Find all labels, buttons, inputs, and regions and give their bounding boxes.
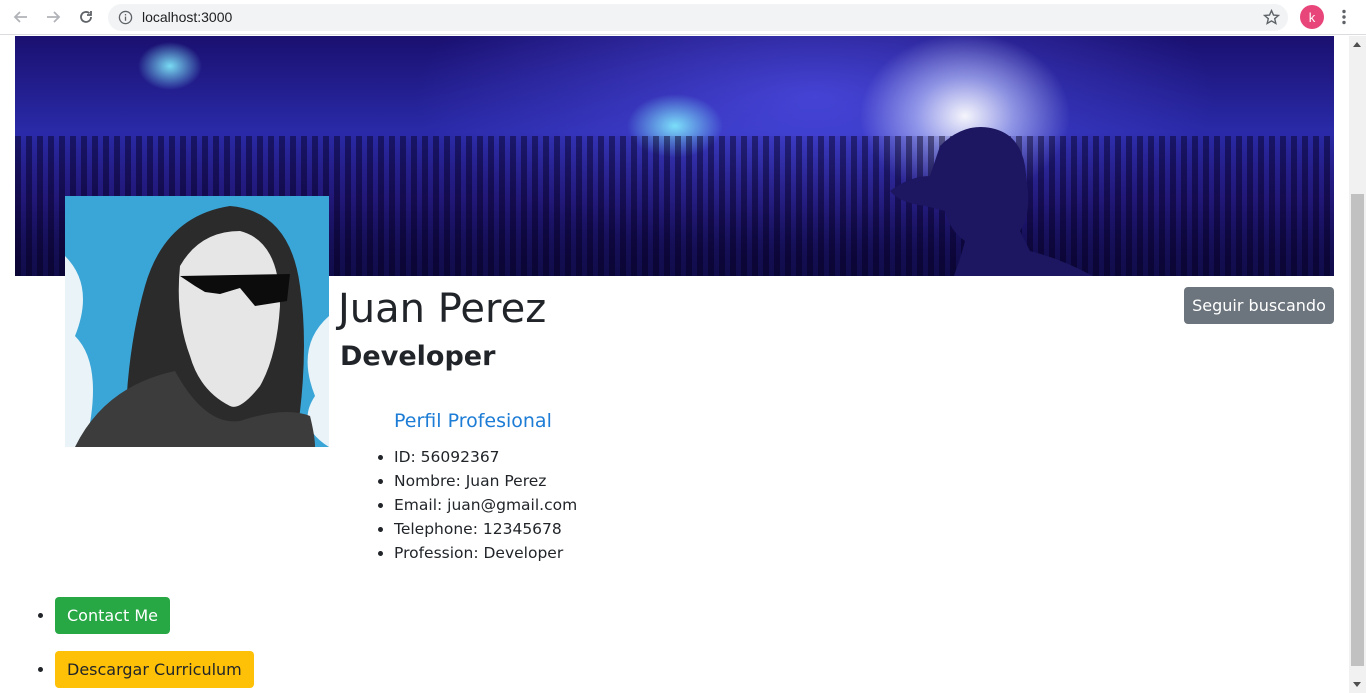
profile-role: Developer — [340, 341, 496, 372]
arrow-left-icon — [13, 11, 27, 23]
descargar-curriculum-button[interactable]: Descargar Curriculum — [55, 651, 254, 688]
profile-picture — [65, 196, 329, 447]
bookmark-star-icon[interactable] — [1263, 9, 1280, 26]
info-icon[interactable] — [118, 10, 133, 25]
profile-name: Juan Perez — [338, 286, 547, 332]
perfil-profesional-heading: Perfil Profesional — [394, 410, 552, 432]
page-scrollbar[interactable] — [1349, 36, 1366, 693]
scroll-down-arrow-icon[interactable] — [1353, 682, 1361, 687]
list-item: Contact Me — [55, 597, 254, 634]
list-item: Profession: Developer — [394, 542, 577, 566]
arrow-right-icon — [47, 11, 61, 23]
profile-avatar[interactable]: k — [1300, 5, 1324, 29]
list-item: ID: 56092367 — [394, 446, 577, 470]
scroll-thumb[interactable] — [1351, 194, 1364, 666]
browser-toolbar: localhost:3000 k — [0, 0, 1366, 35]
contact-me-button[interactable]: Contact Me — [55, 597, 170, 634]
hooded-avatar-illustration — [65, 196, 329, 447]
seguir-buscando-button[interactable]: Seguir buscando — [1184, 287, 1334, 324]
list-item: Nombre: Juan Perez — [394, 470, 577, 494]
address-bar[interactable]: localhost:3000 — [108, 4, 1288, 31]
scroll-up-arrow-icon[interactable] — [1353, 42, 1361, 47]
forward-button[interactable] — [41, 5, 65, 29]
list-item: Descargar Curriculum — [55, 651, 254, 688]
url-text[interactable]: localhost:3000 — [142, 9, 232, 25]
list-item: Telephone: 12345678 — [394, 518, 577, 542]
list-item: Email: juan@gmail.com — [394, 494, 577, 518]
perfil-info-list: ID: 56092367 Nombre: Juan Perez Email: j… — [394, 446, 577, 566]
dj-silhouette — [890, 127, 1093, 276]
reload-icon — [80, 11, 92, 23]
more-vert-icon — [1342, 9, 1346, 25]
back-button[interactable] — [9, 5, 33, 29]
reload-button[interactable] — [74, 5, 98, 29]
menu-button[interactable] — [1334, 5, 1354, 29]
action-list: Contact Me Descargar Curriculum — [55, 597, 254, 693]
